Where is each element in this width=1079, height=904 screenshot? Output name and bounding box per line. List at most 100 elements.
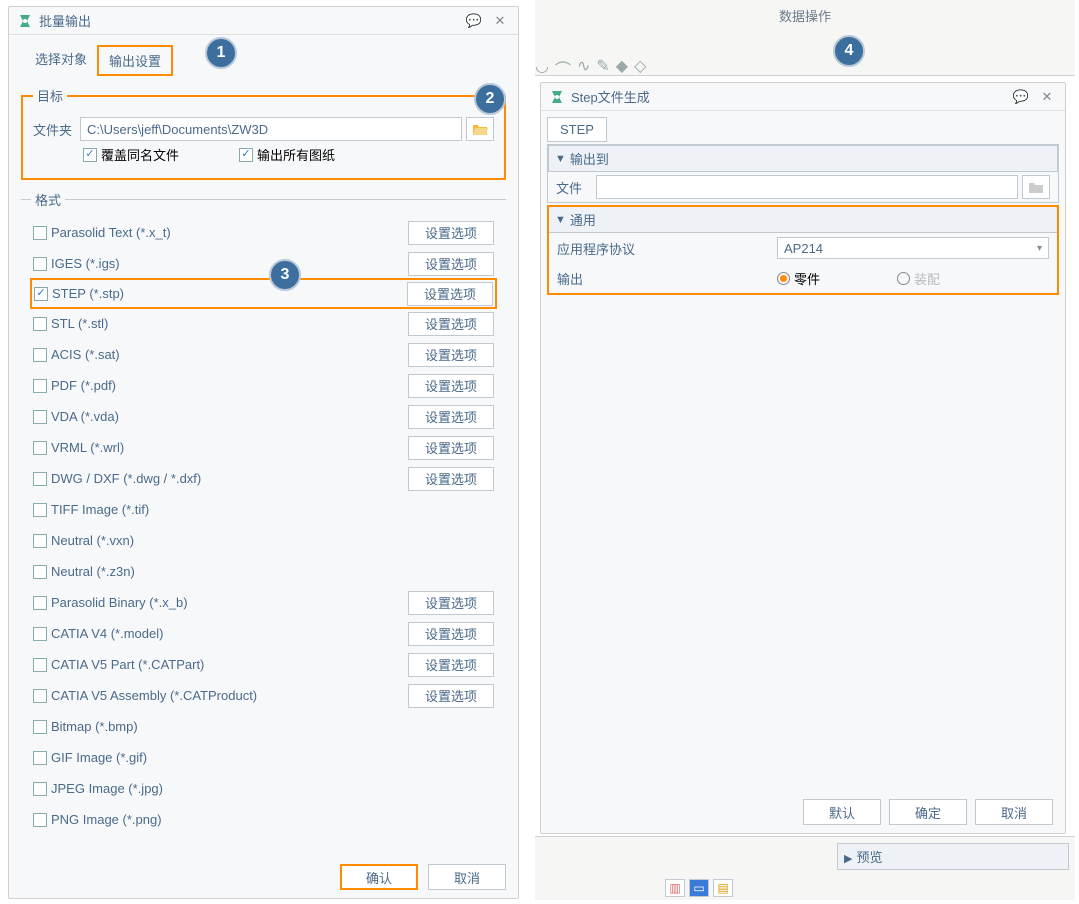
- format-checkbox[interactable]: [33, 348, 47, 362]
- format-row[interactable]: ACIS (*.sat)设置选项: [31, 339, 496, 370]
- format-row[interactable]: Neutral (*.z3n): [31, 556, 496, 587]
- format-checkbox[interactable]: [34, 287, 48, 301]
- format-checkbox[interactable]: [33, 596, 47, 610]
- format-options-button[interactable]: 设置选项: [408, 684, 494, 708]
- format-row[interactable]: CATIA V5 Assembly (*.CATProduct)设置选项: [31, 680, 496, 711]
- format-row[interactable]: Parasolid Binary (*.x_b)设置选项: [31, 587, 496, 618]
- format-row[interactable]: JPEG Image (*.jpg): [31, 773, 496, 804]
- format-name: STEP (*.stp): [52, 286, 407, 301]
- format-name: JPEG Image (*.jpg): [51, 781, 494, 796]
- format-options-button[interactable]: 设置选项: [408, 405, 494, 429]
- ok-button[interactable]: 确定: [889, 799, 967, 825]
- format-row[interactable]: IGES (*.igs)设置选项: [31, 248, 496, 279]
- format-options-button[interactable]: 设置选项: [408, 343, 494, 367]
- format-checkbox[interactable]: [33, 317, 47, 331]
- format-row[interactable]: Bitmap (*.bmp): [31, 711, 496, 742]
- view-mode-icon[interactable]: ▭: [689, 879, 709, 897]
- format-checkbox[interactable]: [33, 720, 47, 734]
- format-checkbox[interactable]: [33, 472, 47, 486]
- format-options-button[interactable]: 设置选项: [408, 252, 494, 276]
- tool-icon[interactable]: ◆: [616, 56, 628, 80]
- format-checkbox[interactable]: [33, 410, 47, 424]
- format-checkbox[interactable]: [33, 503, 47, 517]
- radio-assembly[interactable]: 装配: [897, 269, 940, 288]
- view-mode-icon[interactable]: ▤: [713, 879, 733, 897]
- view-mode-icon[interactable]: ▥: [665, 879, 685, 897]
- target-legend: 目标: [33, 86, 67, 105]
- output-label: 输出: [557, 269, 777, 288]
- format-checkbox[interactable]: [33, 226, 47, 240]
- format-options-button[interactable]: 设置选项: [408, 653, 494, 677]
- titlebar[interactable]: Step文件生成 💬 ✕: [541, 83, 1065, 111]
- format-name: Neutral (*.vxn): [51, 533, 494, 548]
- arc-icon[interactable]: ⌒: [555, 56, 571, 80]
- section-export-to[interactable]: ▼输出到: [548, 145, 1058, 172]
- format-checkbox[interactable]: [33, 565, 47, 579]
- format-checkbox[interactable]: [33, 627, 47, 641]
- radio-part[interactable]: 零件: [777, 269, 897, 288]
- format-checkbox[interactable]: [33, 534, 47, 548]
- format-row[interactable]: GIF Image (*.gif): [31, 742, 496, 773]
- format-row[interactable]: VRML (*.wrl)设置选项: [31, 432, 496, 463]
- file-input[interactable]: [596, 175, 1018, 199]
- format-checkbox[interactable]: [33, 658, 47, 672]
- cancel-button[interactable]: 取消: [975, 799, 1053, 825]
- protocol-combo[interactable]: AP214: [777, 237, 1049, 259]
- overwrite-checkbox[interactable]: 覆盖同名文件: [83, 145, 179, 164]
- close-icon[interactable]: ✕: [1037, 88, 1057, 106]
- format-row[interactable]: Neutral (*.vxn): [31, 525, 496, 556]
- tab-select-object[interactable]: 选择对象: [25, 45, 97, 76]
- format-options-button[interactable]: 设置选项: [408, 591, 494, 615]
- folder-icon: [472, 122, 488, 136]
- format-checkbox[interactable]: [33, 379, 47, 393]
- format-row[interactable]: DWG / DXF (*.dwg / *.dxf)设置选项: [31, 463, 496, 494]
- comment-icon[interactable]: 💬: [1011, 88, 1031, 106]
- tab-step[interactable]: STEP: [547, 117, 607, 142]
- tool-icon[interactable]: ◇: [634, 56, 646, 80]
- format-checkbox[interactable]: [33, 689, 47, 703]
- spline-icon[interactable]: ∿: [577, 56, 590, 80]
- format-row[interactable]: PDF (*.pdf)设置选项: [31, 370, 496, 401]
- format-name: CATIA V5 Assembly (*.CATProduct): [51, 688, 408, 703]
- ok-button[interactable]: 确认: [340, 864, 418, 890]
- format-options-button[interactable]: 设置选项: [408, 221, 494, 245]
- curve-icon[interactable]: ◡: [535, 56, 549, 80]
- statusbar: ▶预览 ▥ ▭ ▤: [535, 836, 1075, 900]
- exportall-checkbox[interactable]: 输出所有图纸: [239, 145, 335, 164]
- browse-file-button[interactable]: [1022, 175, 1050, 199]
- close-icon[interactable]: ✕: [490, 12, 510, 30]
- format-checkbox[interactable]: [33, 751, 47, 765]
- format-row[interactable]: TIFF Image (*.tif): [31, 494, 496, 525]
- format-options-button[interactable]: 设置选项: [408, 436, 494, 460]
- comment-icon[interactable]: 💬: [464, 12, 484, 30]
- format-row[interactable]: PNG Image (*.png): [31, 804, 496, 835]
- format-options-button[interactable]: 设置选项: [408, 622, 494, 646]
- format-row[interactable]: Parasolid Text (*.x_t)设置选项: [31, 217, 496, 248]
- format-row[interactable]: STEP (*.stp)设置选项: [30, 278, 497, 309]
- default-button[interactable]: 默认: [803, 799, 881, 825]
- titlebar[interactable]: 批量输出 💬 ✕: [9, 7, 518, 35]
- format-options-button[interactable]: 设置选项: [408, 374, 494, 398]
- format-row[interactable]: STL (*.stl)设置选项: [31, 308, 496, 339]
- format-row[interactable]: VDA (*.vda)设置选项: [31, 401, 496, 432]
- format-name: CATIA V5 Part (*.CATPart): [51, 657, 408, 672]
- cancel-button[interactable]: 取消: [428, 864, 506, 890]
- format-checkbox[interactable]: [33, 813, 47, 827]
- format-checkbox[interactable]: [33, 441, 47, 455]
- browse-folder-button[interactable]: [466, 117, 494, 141]
- format-row[interactable]: CATIA V5 Part (*.CATPart)设置选项: [31, 649, 496, 680]
- tool-icon[interactable]: ✎: [596, 56, 609, 80]
- preview-header[interactable]: ▶预览: [837, 843, 1069, 870]
- format-row[interactable]: CATIA V4 (*.model)设置选项: [31, 618, 496, 649]
- section-general[interactable]: ▼通用: [549, 207, 1057, 233]
- format-checkbox[interactable]: [33, 257, 47, 271]
- format-options-button[interactable]: 设置选项: [407, 282, 493, 306]
- format-checkbox[interactable]: [33, 782, 47, 796]
- format-options-button[interactable]: 设置选项: [408, 467, 494, 491]
- tab-output-settings[interactable]: 输出设置: [97, 45, 173, 76]
- callout-3: 3: [269, 259, 301, 291]
- folder-input[interactable]: [80, 117, 462, 141]
- format-name: VRML (*.wrl): [51, 440, 408, 455]
- format-options-button[interactable]: 设置选项: [408, 312, 494, 336]
- format-name: PDF (*.pdf): [51, 378, 408, 393]
